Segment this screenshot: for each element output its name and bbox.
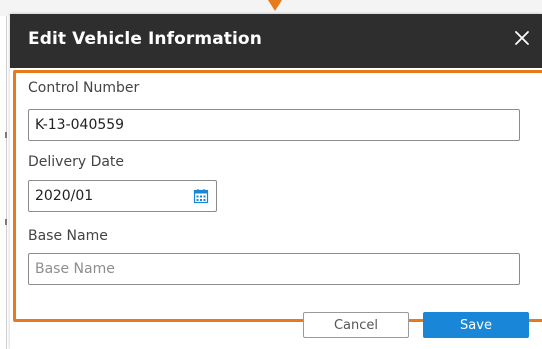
- dialog-header: Edit Vehicle Information: [10, 14, 542, 68]
- dialog-title: Edit Vehicle Information: [28, 29, 262, 49]
- background-marker: [5, 132, 7, 138]
- background-divider: [6, 16, 7, 349]
- delivery-date-input[interactable]: [29, 181, 189, 211]
- control-number-input[interactable]: [28, 109, 520, 141]
- delivery-date-picker[interactable]: [28, 180, 217, 212]
- base-name-label: Base Name: [28, 228, 108, 244]
- delivery-date-label: Delivery Date: [28, 154, 125, 170]
- close-button[interactable]: [508, 24, 536, 52]
- background-marker: [5, 219, 7, 225]
- edit-vehicle-dialog: Edit Vehicle Information Control Number …: [10, 14, 542, 349]
- cancel-button[interactable]: Cancel: [303, 312, 409, 338]
- base-name-input[interactable]: [28, 253, 520, 285]
- calendar-icon[interactable]: [193, 188, 209, 204]
- close-icon: [515, 31, 529, 45]
- callout-pointer: [268, 0, 282, 11]
- control-number-label: Control Number: [28, 80, 140, 96]
- save-button[interactable]: Save: [423, 312, 529, 338]
